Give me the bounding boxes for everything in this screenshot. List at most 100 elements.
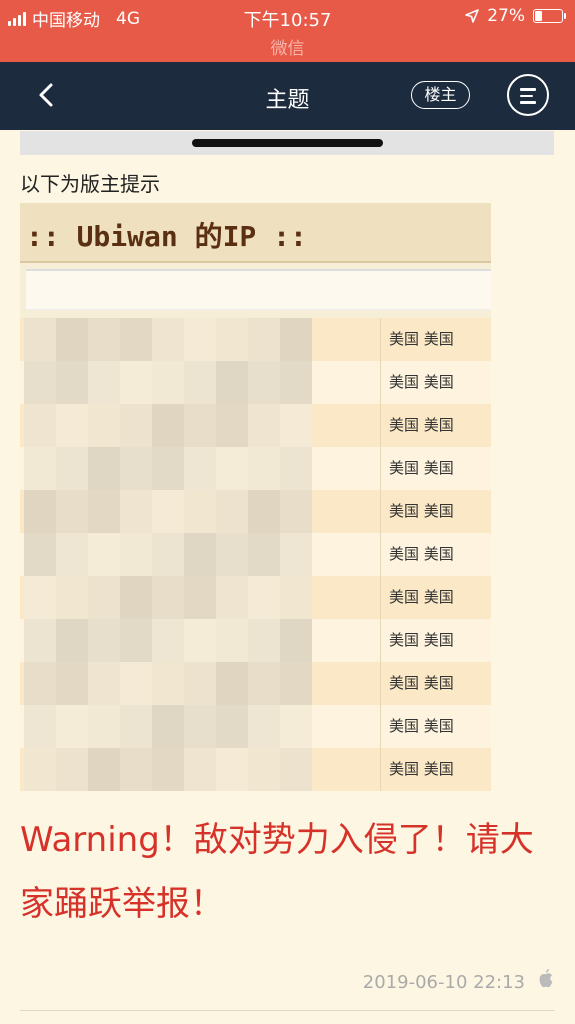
blur-tile	[120, 705, 152, 748]
blur-tile	[280, 576, 312, 619]
blur-tile	[24, 576, 56, 619]
blur-tile	[280, 533, 312, 576]
ip-country-cell: 美国 美国	[380, 404, 491, 447]
blur-tile	[184, 705, 216, 748]
blur-tile	[120, 447, 152, 490]
blur-tile	[216, 447, 248, 490]
blur-tile	[216, 533, 248, 576]
menu-bar-icon	[520, 101, 536, 104]
blur-tile	[24, 404, 56, 447]
blur-tile	[56, 533, 88, 576]
blur-tile	[24, 705, 56, 748]
blur-tile	[280, 318, 312, 361]
blur-tile	[248, 705, 280, 748]
blur-tile	[120, 490, 152, 533]
blur-tile	[88, 490, 120, 533]
blur-tile	[184, 619, 216, 662]
redacted-ip-blur	[24, 318, 324, 791]
blur-tile	[216, 404, 248, 447]
post-divider	[20, 1010, 555, 1011]
blur-tile	[280, 705, 312, 748]
ip-country-cell: 美国 美国	[380, 662, 491, 705]
blur-tile	[248, 619, 280, 662]
battery-icon	[533, 9, 566, 23]
blur-tile	[280, 404, 312, 447]
blur-tile	[152, 318, 184, 361]
blur-tile	[56, 619, 88, 662]
blur-tile	[280, 662, 312, 705]
blur-tile	[120, 619, 152, 662]
blur-tile	[56, 490, 88, 533]
ip-table-header: :: Ubiwan 的IP ::	[20, 203, 491, 263]
blur-tile	[152, 404, 184, 447]
blur-tile	[248, 748, 280, 791]
blur-tile	[152, 662, 184, 705]
blur-tile	[184, 490, 216, 533]
blur-tile	[120, 404, 152, 447]
blur-tile	[248, 662, 280, 705]
warning-message: Warning！敌对势力入侵了！请大家踊跃举报！	[20, 820, 534, 924]
blur-tile	[152, 447, 184, 490]
blur-tile	[248, 533, 280, 576]
blur-tile	[280, 490, 312, 533]
menu-bar-icon	[520, 94, 533, 97]
location-arrow-icon	[465, 9, 480, 23]
blur-tile	[248, 404, 280, 447]
blur-tile	[24, 662, 56, 705]
return-to-app-link[interactable]: 微信	[0, 34, 575, 59]
menu-button[interactable]	[507, 74, 549, 116]
status-bar: 中国移动 4G 下午10:57 27% 微信	[0, 0, 575, 62]
blur-tile	[216, 748, 248, 791]
apple-icon	[539, 969, 553, 988]
blur-tile	[88, 662, 120, 705]
blur-tile	[280, 619, 312, 662]
moderator-notice: 以下为版主提示	[20, 172, 160, 196]
blur-tile	[120, 748, 152, 791]
blur-tile	[24, 533, 56, 576]
blur-tile	[88, 533, 120, 576]
blur-tile	[88, 619, 120, 662]
blur-tile	[184, 533, 216, 576]
ip-country-cell: 美国 美国	[380, 490, 491, 533]
battery-percent: 27%	[487, 6, 525, 26]
blur-tile	[152, 576, 184, 619]
blur-tile	[24, 361, 56, 404]
blur-tile	[216, 662, 248, 705]
blur-tile	[88, 705, 120, 748]
blur-tile	[184, 404, 216, 447]
blur-tile	[248, 318, 280, 361]
blur-tile	[216, 318, 248, 361]
blur-tile	[184, 748, 216, 791]
blur-tile	[56, 318, 88, 361]
ip-country-cell: 美国 美国	[380, 361, 491, 404]
blur-tile	[184, 662, 216, 705]
blur-tile	[56, 748, 88, 791]
ip-country-cell: 美国 美国	[380, 576, 491, 619]
blur-tile	[24, 490, 56, 533]
blur-tile	[56, 361, 88, 404]
blur-tile	[88, 748, 120, 791]
ip-country-cell: 美国 美国	[380, 533, 491, 576]
ip-country-cell: 美国 美国	[380, 748, 491, 791]
thread-owner-button[interactable]: 楼主	[411, 81, 470, 109]
blur-tile	[216, 576, 248, 619]
blur-tile	[24, 318, 56, 361]
blur-tile	[184, 447, 216, 490]
scroll-handle[interactable]	[192, 139, 383, 147]
blur-tile	[24, 748, 56, 791]
blur-tile	[248, 361, 280, 404]
blur-tile	[216, 705, 248, 748]
ip-country-cell: 美国 美国	[380, 447, 491, 490]
blur-tile	[280, 748, 312, 791]
blur-tile	[120, 533, 152, 576]
blur-tile	[120, 662, 152, 705]
blur-tile	[120, 318, 152, 361]
blur-tile	[280, 447, 312, 490]
blur-tile	[120, 576, 152, 619]
blur-tile	[184, 361, 216, 404]
ip-country-cell: 美国 美国	[380, 318, 491, 361]
blur-tile	[280, 361, 312, 404]
ip-table-title: :: Ubiwan 的IP ::	[26, 220, 307, 253]
blur-tile	[152, 705, 184, 748]
blur-tile	[152, 748, 184, 791]
